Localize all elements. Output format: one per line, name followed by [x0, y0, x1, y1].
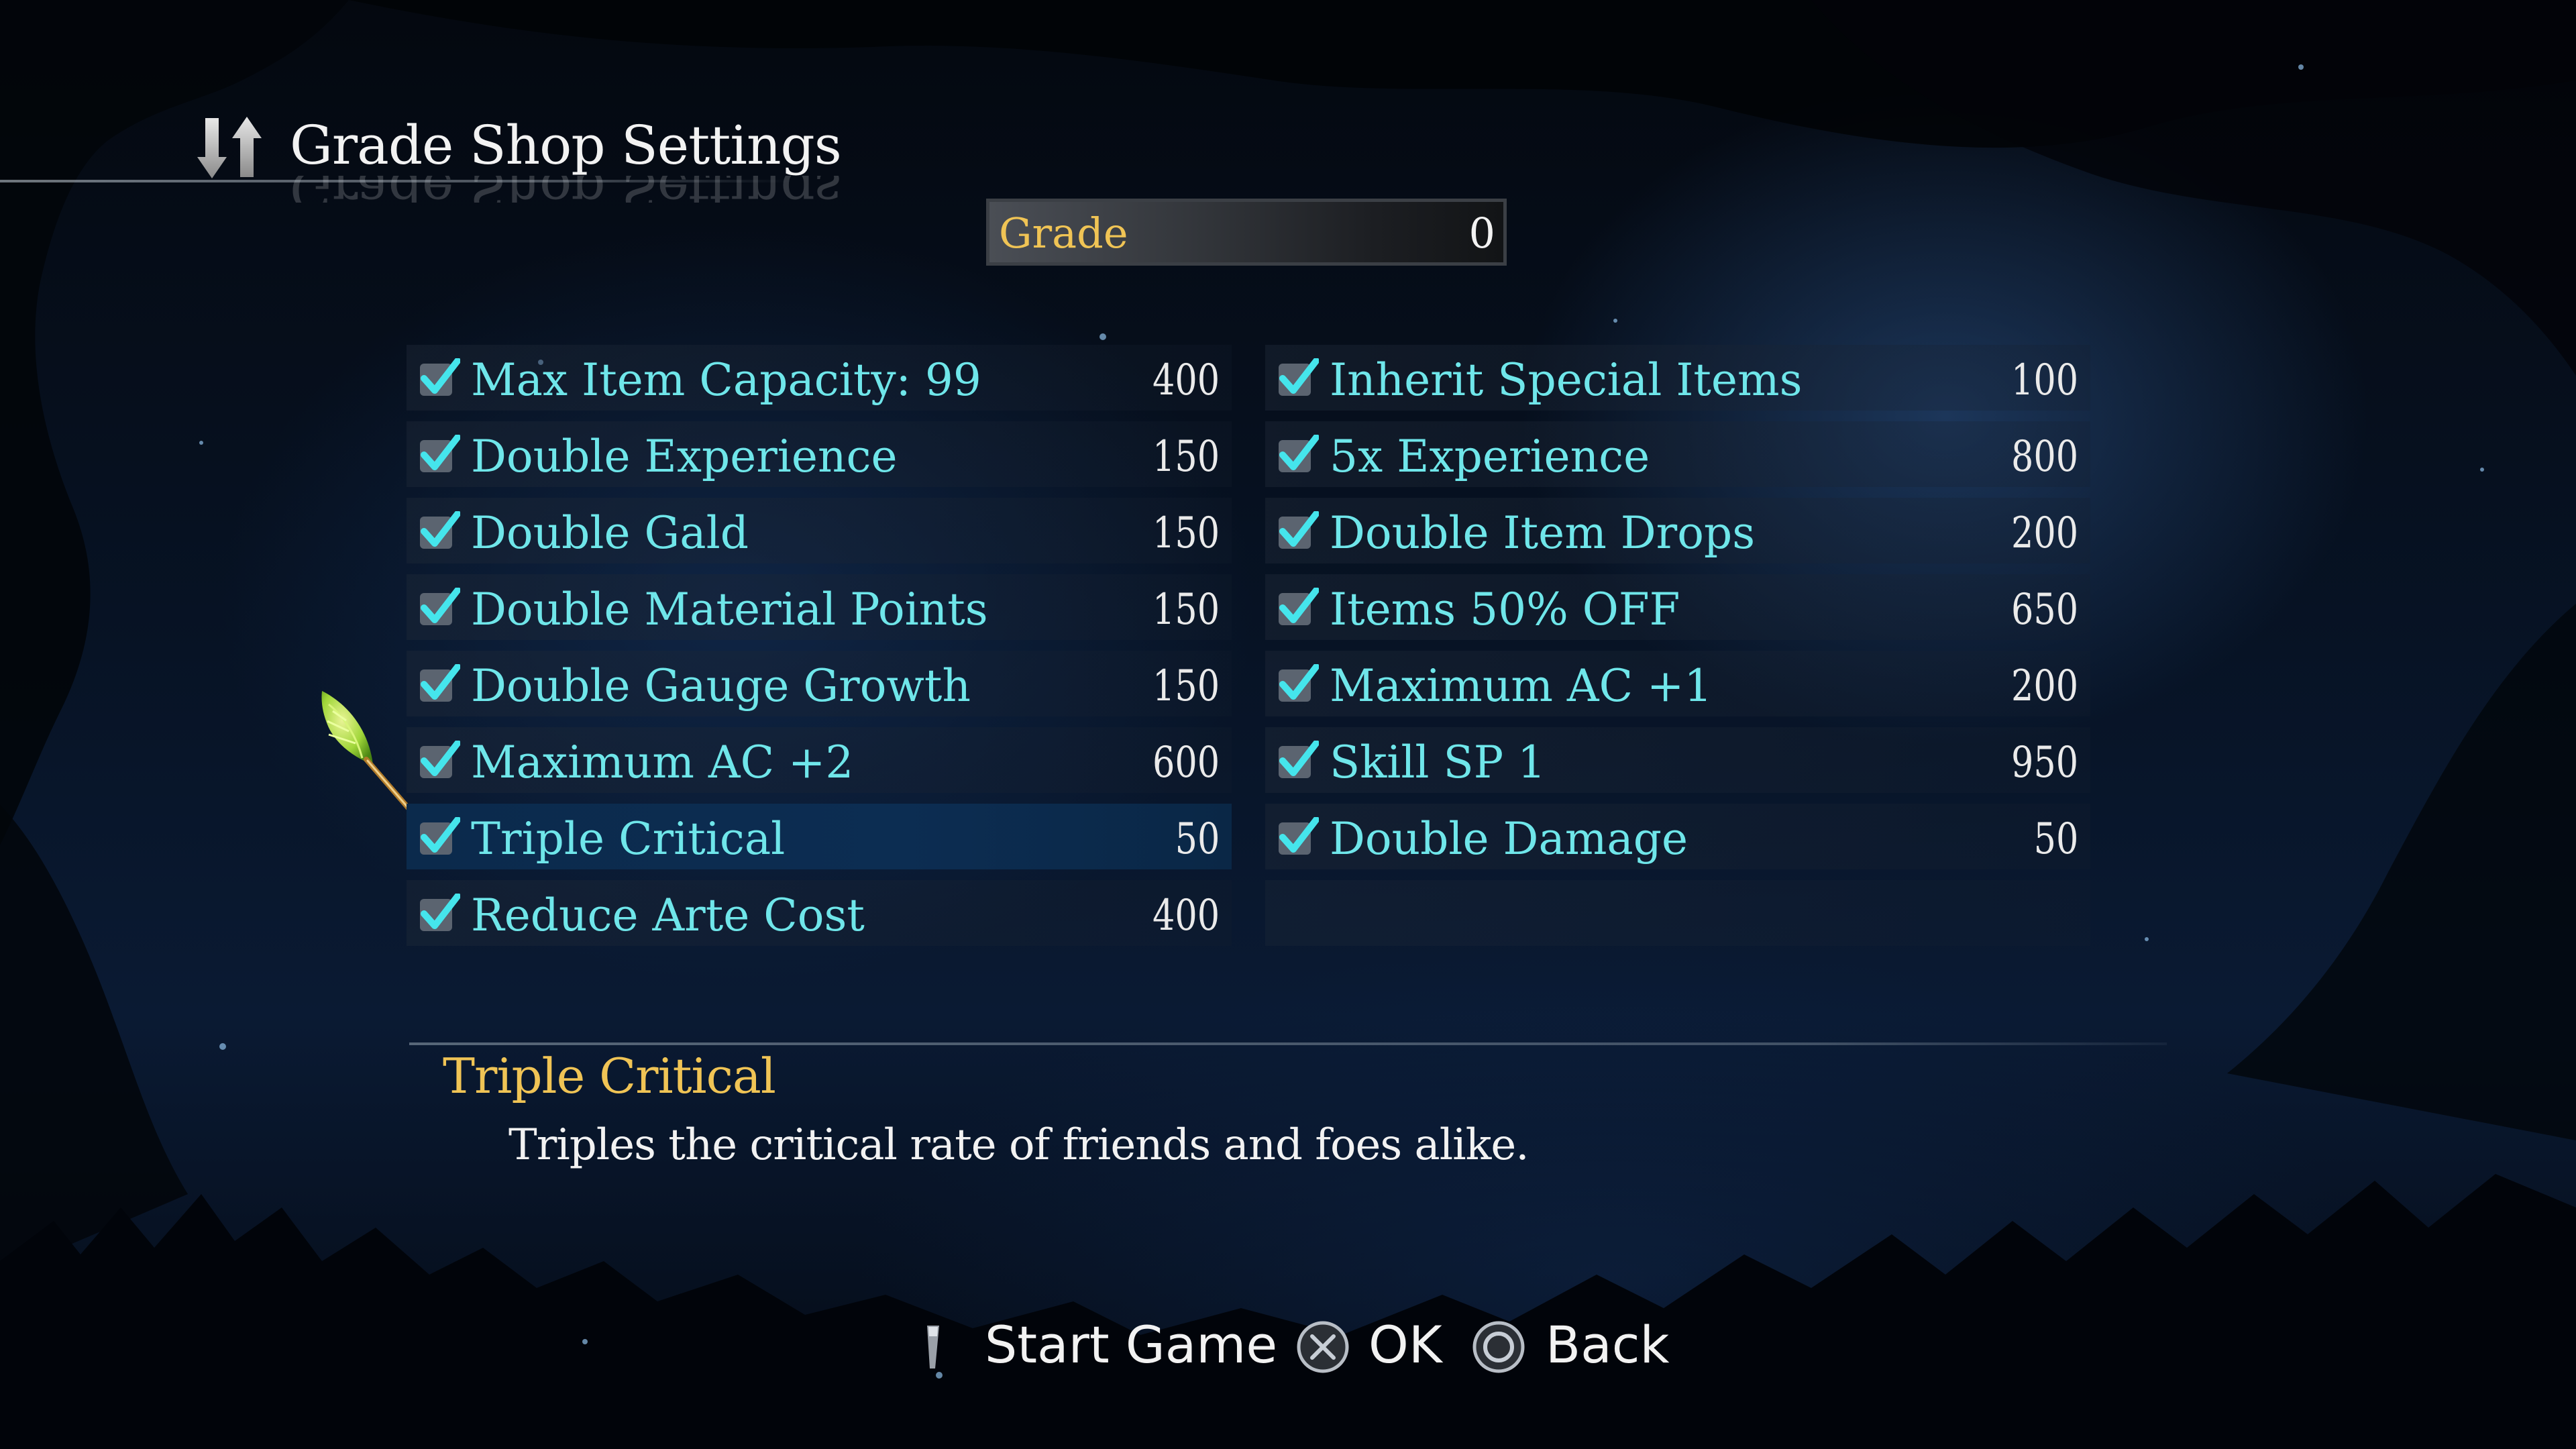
option-cost: 800 [2010, 432, 2078, 482]
option-cost: 950 [2010, 738, 2078, 788]
option-label: Maximum AC +2 [471, 737, 854, 788]
option-cost: 150 [1152, 432, 1220, 482]
back-label: Back [1546, 1315, 1670, 1375]
grade-shop-screen: Grade Shop Settings Grade Shop Settings … [0, 0, 2576, 1449]
option-cost: 400 [1152, 891, 1220, 941]
option-cost: 100 [2010, 356, 2078, 405]
checkmark-icon [420, 741, 460, 778]
option-label: Items 50% OFF [1330, 584, 1680, 635]
checkmark-icon [1279, 511, 1319, 549]
start-game-label[interactable]: Start Game [985, 1315, 1277, 1375]
checkmark-icon [420, 511, 460, 549]
checkmark-icon [420, 435, 460, 472]
option-row-maximum-ac-2[interactable]: Maximum AC +2 600 [407, 727, 1232, 793]
option-label: Double Experience [471, 431, 898, 482]
option-label: Inherit Special Items [1330, 354, 1803, 406]
cross-button-icon[interactable] [1295, 1319, 1351, 1375]
option-row-inherit-special-items[interactable]: Inherit Special Items 100 [1265, 345, 2090, 411]
checkmark-icon [1279, 741, 1319, 778]
option-row-triple-critical[interactable]: Triple Critical 50 [407, 804, 1232, 869]
option-cost: 600 [1152, 738, 1220, 788]
page-title: Grade Shop Settings [290, 114, 842, 176]
option-cost: 200 [2010, 661, 2078, 711]
checkmark-icon [1279, 817, 1319, 855]
ok-label: OK [1368, 1315, 1442, 1375]
checkmark-icon [420, 588, 460, 625]
option-label: Double Gauge Growth [471, 660, 971, 712]
option-row-reduce-arte-cost[interactable]: Reduce Arte Cost 400 [407, 880, 1232, 946]
option-label: Skill SP 1 [1330, 737, 1546, 788]
option-cost: 50 [2033, 814, 2078, 864]
option-label: Maximum AC +1 [1330, 660, 1713, 712]
checkmark-icon [1279, 435, 1319, 472]
sort-arrows-icon [197, 117, 262, 178]
grade-points-box: Grade 0 [986, 199, 1507, 266]
description-title: Triple Critical [443, 1048, 776, 1104]
circle-button-icon[interactable] [1470, 1319, 1527, 1375]
option-cost: 150 [1152, 508, 1220, 558]
checkmark-icon [420, 358, 460, 396]
grade-label: Grade [999, 209, 1128, 258]
option-cost: 150 [1152, 661, 1220, 711]
option-label: 5x Experience [1330, 431, 1650, 482]
checkmark-icon [1279, 664, 1319, 702]
option-row-double-experience[interactable]: Double Experience 150 [407, 421, 1232, 487]
description-divider [409, 1042, 2167, 1045]
options-list-left: Max Item Capacity: 99 400 Double Experie… [407, 345, 1232, 957]
checkmark-icon [420, 664, 460, 702]
option-row-double-damage[interactable]: Double Damage 50 [1265, 804, 2090, 869]
option-label: Max Item Capacity: 99 [471, 354, 981, 406]
option-cost: 650 [2010, 585, 2078, 635]
option-row-items-50-off[interactable]: Items 50% OFF 650 [1265, 574, 2090, 640]
option-row-empty [1265, 880, 2090, 946]
title-divider [0, 180, 792, 182]
options-list-right: Inherit Special Items 100 5x Experience … [1265, 345, 2090, 957]
option-cost: 150 [1152, 585, 1220, 635]
checkmark-icon [1279, 588, 1319, 625]
option-label: Reduce Arte Cost [471, 890, 865, 941]
option-label: Triple Critical [471, 813, 786, 865]
option-row-double-item-drops[interactable]: Double Item Drops 200 [1265, 498, 2090, 564]
checkmark-icon [420, 894, 460, 931]
option-row-double-material-points[interactable]: Double Material Points 150 [407, 574, 1232, 640]
grade-value: 0 [1468, 209, 1495, 258]
option-row-maximum-ac-1[interactable]: Maximum AC +1 200 [1265, 651, 2090, 716]
option-cost: 50 [1175, 814, 1220, 864]
option-row-double-gald[interactable]: Double Gald 150 [407, 498, 1232, 564]
option-label: Double Damage [1330, 813, 1688, 865]
option-label: Double Gald [471, 507, 749, 559]
option-row-skill-sp-1[interactable]: Skill SP 1 950 [1265, 727, 2090, 793]
feather-cursor-icon [321, 691, 412, 812]
option-label: Double Material Points [471, 584, 988, 635]
option-cost: 400 [1152, 356, 1220, 405]
option-row-double-gauge-growth[interactable]: Double Gauge Growth 150 [407, 651, 1232, 716]
checkmark-icon [1279, 358, 1319, 396]
option-label: Double Item Drops [1330, 507, 1756, 559]
description-text: Triples the critical rate of friends and… [508, 1120, 1529, 1170]
checkmark-icon [420, 817, 460, 855]
option-cost: 200 [2010, 508, 2078, 558]
option-row-5x-experience[interactable]: 5x Experience 800 [1265, 421, 2090, 487]
touchpad-button-icon [927, 1326, 939, 1368]
option-row-max-item-capacity[interactable]: Max Item Capacity: 99 400 [407, 345, 1232, 411]
